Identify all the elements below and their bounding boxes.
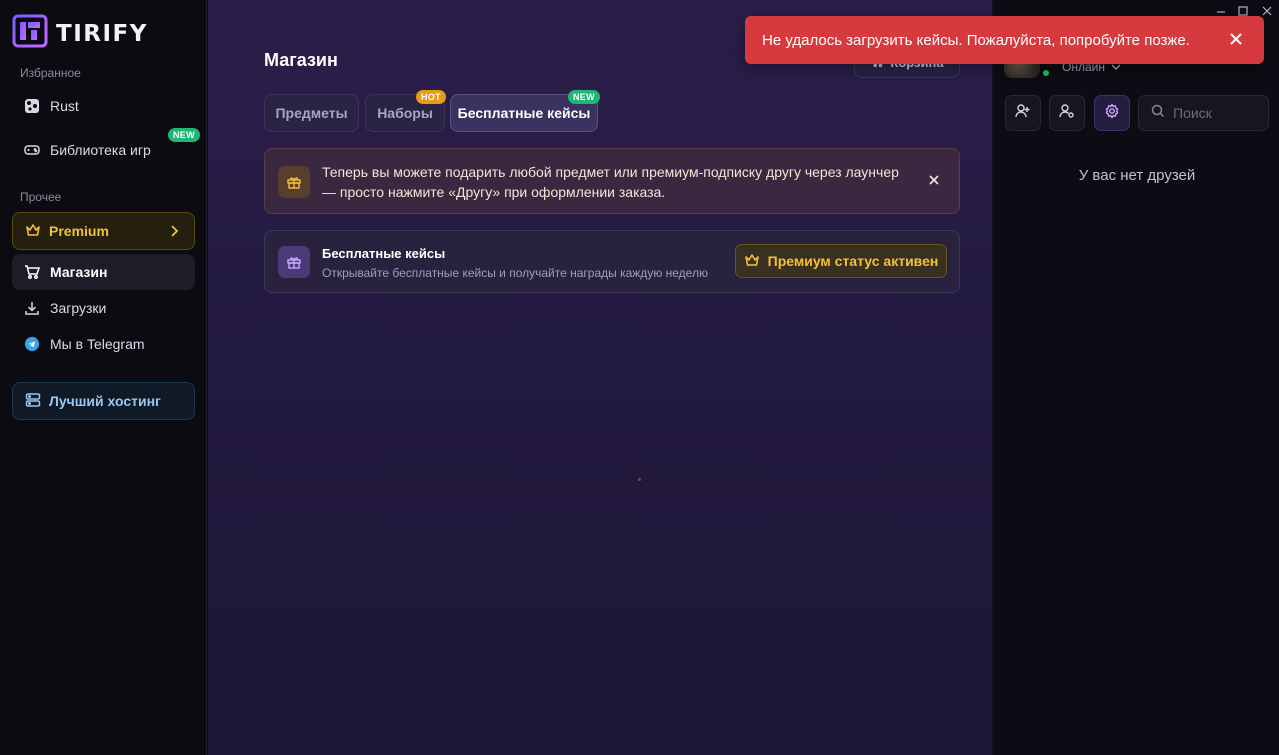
sidebar-item-label: Мы в Telegram xyxy=(50,336,145,352)
loading-dot xyxy=(638,478,641,481)
user-plus-icon xyxy=(1015,103,1031,124)
gift-icon xyxy=(278,246,310,278)
card-title: Бесплатные кейсы xyxy=(322,246,446,261)
tab-label: Наборы xyxy=(377,105,433,121)
free-cases-card: Бесплатные кейсы Открывайте бесплатные к… xyxy=(264,230,960,293)
new-badge: NEW xyxy=(168,128,200,142)
tirify-logo-icon xyxy=(12,14,48,53)
close-icon[interactable] xyxy=(1228,31,1244,51)
favorites-label: Избранное xyxy=(20,66,81,80)
chevron-right-icon xyxy=(168,223,180,242)
premium-active-label: Премиум статус активен xyxy=(767,253,939,269)
search-icon xyxy=(1151,104,1165,123)
sidebar-item-hosting[interactable]: Лучший хостинг xyxy=(12,382,195,420)
gear-icon xyxy=(1104,102,1120,124)
sidebar: TIRIFY Избранное Rust Библиотека игр NEW… xyxy=(0,0,207,755)
rust-icon xyxy=(24,98,40,114)
sidebar-item-label: Библиотека игр xyxy=(50,142,151,158)
sidebar-item-downloads[interactable]: Загрузки xyxy=(12,290,195,326)
user-search-icon xyxy=(1059,103,1075,124)
crown-icon xyxy=(25,222,41,241)
close-icon[interactable] xyxy=(927,173,941,192)
crown-icon xyxy=(744,252,760,271)
download-icon xyxy=(24,300,40,316)
gamepad-icon xyxy=(24,142,40,158)
settings-button[interactable] xyxy=(1094,95,1130,131)
tab-label: Предметы xyxy=(275,105,348,121)
premium-label: Premium xyxy=(49,223,109,239)
premium-active-button[interactable]: Премиум статус активен xyxy=(735,244,947,278)
close-icon xyxy=(1262,3,1272,21)
page-title: Магазин xyxy=(264,50,338,70)
sidebar-item-label: Загрузки xyxy=(50,300,107,316)
tab-label: Бесплатные кейсы xyxy=(457,105,591,121)
online-indicator xyxy=(1041,68,1051,78)
sidebar-item-premium[interactable]: Premium xyxy=(12,212,195,250)
add-friend-button[interactable] xyxy=(1005,95,1041,131)
hot-badge: HOT xyxy=(416,90,446,104)
friends-search[interactable] xyxy=(1138,95,1269,131)
friends-panel: Онлайн У вас нет друзей xyxy=(993,0,1279,755)
error-toast: Не удалось загрузить кейсы. Пожалуйста, … xyxy=(745,16,1264,64)
empty-friends-text: У вас нет друзей xyxy=(1078,167,1196,184)
new-badge: NEW xyxy=(568,90,600,104)
card-subtitle: Открывайте бесплатные кейсы и получайте … xyxy=(322,266,708,280)
sidebar-item-telegram[interactable]: Мы в Telegram xyxy=(12,326,195,362)
tab-items[interactable]: Предметы xyxy=(264,94,359,132)
notice-text: Теперь вы можете подарить любой предмет … xyxy=(322,164,899,200)
telegram-icon xyxy=(24,336,40,352)
sidebar-item-label: Rust xyxy=(50,98,79,114)
toast-message: Не удалось загрузить кейсы. Пожалуйста, … xyxy=(762,31,1190,49)
logo-text: TIRIFY xyxy=(56,20,148,47)
cart-icon xyxy=(24,264,40,280)
shop-main: Магазин Корзина Предметы Наборы HOT Бесп… xyxy=(208,0,992,755)
server-icon xyxy=(25,392,41,411)
sidebar-item-label: Магазин xyxy=(50,264,108,280)
sidebar-item-shop[interactable]: Магазин xyxy=(12,254,195,290)
gift-notice-banner: Теперь вы можете подарить любой предмет … xyxy=(264,148,960,214)
hosting-label: Лучший хостинг xyxy=(49,393,161,409)
other-label: Прочее xyxy=(20,190,62,204)
gift-icon xyxy=(278,166,310,198)
app-logo[interactable]: TIRIFY xyxy=(12,14,148,53)
friend-requests-button[interactable] xyxy=(1049,95,1085,131)
search-input[interactable] xyxy=(1173,105,1263,121)
sidebar-item-rust[interactable]: Rust xyxy=(12,88,195,124)
